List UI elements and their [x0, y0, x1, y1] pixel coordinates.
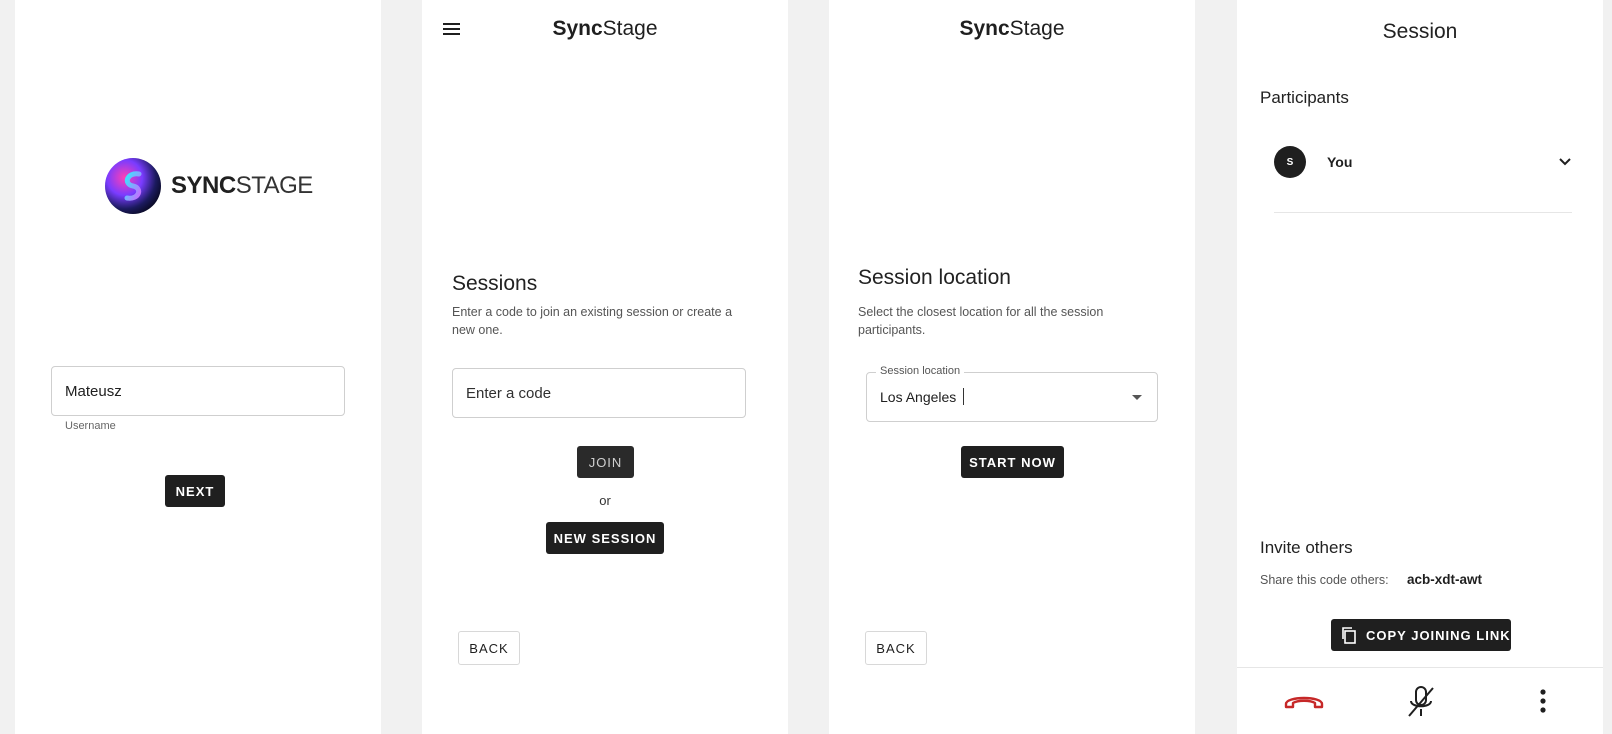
text-cursor — [963, 388, 964, 405]
sessions-screen: SyncStage Sessions Enter a code to join … — [422, 0, 788, 734]
logo-text-light: STAGE — [235, 172, 314, 199]
sessions-title: Sessions — [452, 272, 538, 295]
microphone-muted-icon[interactable] — [1405, 684, 1437, 720]
share-label: Share this code others: — [1260, 573, 1389, 587]
session-title: Session — [1382, 20, 1458, 43]
more-options-icon[interactable] — [1539, 689, 1547, 713]
share-code: acb-xdt-awt — [1407, 572, 1483, 587]
back-button[interactable]: BACK — [865, 631, 927, 665]
location-subtitle: Select the closest location for all the … — [858, 305, 1104, 337]
app-title: SyncStage — [552, 17, 658, 40]
chevron-down-icon[interactable] — [1558, 157, 1572, 167]
or-label: or — [599, 493, 611, 508]
copy-joining-link-button[interactable]: COPY JOINING LINK — [1331, 619, 1511, 651]
avatar: S — [1274, 146, 1306, 178]
location-field-label: Session location — [876, 365, 965, 377]
participants-heading: Participants — [1260, 88, 1349, 107]
back-button[interactable]: BACK — [458, 631, 520, 665]
new-session-button[interactable]: NEW SESSION — [546, 522, 664, 554]
sessions-subtitle: Enter a code to join an existing session… — [452, 305, 733, 337]
avatar-letter: S — [1286, 156, 1294, 168]
login-screen: SYNCSTAGE Username NEXT — [15, 0, 381, 734]
location-selected-value: Los Angeles — [880, 389, 957, 405]
username-field[interactable] — [51, 366, 345, 416]
invite-heading: Invite others — [1260, 538, 1353, 557]
code-field[interactable] — [452, 368, 746, 418]
hang-up-icon[interactable] — [1282, 690, 1326, 712]
next-button[interactable]: NEXT — [165, 475, 225, 507]
username-label: Username — [65, 420, 116, 432]
location-screen: SyncStage Session location Select the cl… — [829, 0, 1195, 734]
syncstage-logo: SYNCSTAGE — [105, 158, 313, 214]
app-title: SyncStage — [959, 17, 1065, 40]
join-button[interactable]: JOIN — [577, 446, 634, 478]
location-title: Session location — [858, 266, 1011, 289]
copy-icon — [1342, 627, 1356, 644]
logo-orb-icon — [105, 158, 161, 214]
copy-joining-link-label: COPY JOINING LINK — [1366, 627, 1511, 643]
call-controls-bar — [1237, 667, 1603, 734]
logo-text-bold: SYNC — [171, 172, 236, 199]
dropdown-arrow-icon[interactable] — [1131, 394, 1143, 402]
participant-divider — [1274, 212, 1572, 213]
location-select[interactable]: Session location Los Angeles — [866, 365, 1158, 422]
username-input[interactable] — [65, 367, 314, 415]
code-input[interactable] — [466, 369, 715, 417]
start-now-button[interactable]: START NOW — [961, 446, 1064, 478]
participant-row[interactable]: S You — [1274, 146, 1574, 178]
participant-name: You — [1327, 154, 1353, 170]
session-screen: Session Participants S You Invite others… — [1237, 0, 1603, 734]
